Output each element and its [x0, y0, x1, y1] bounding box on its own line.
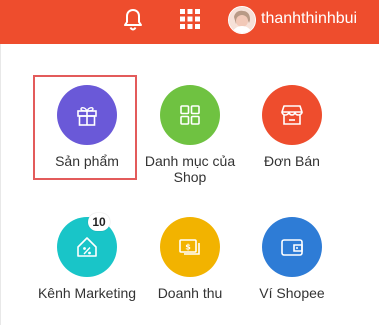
menu-item-label: Sản phẩm	[55, 153, 119, 169]
menu-item-doanh-thu[interactable]: $ Doanh thu	[138, 217, 242, 301]
menu-item-label: Kênh Marketing	[37, 285, 137, 301]
store-icon	[281, 105, 303, 125]
notification-badge: 10	[88, 213, 110, 231]
menu-item-don-ban[interactable]: Đơn Bán	[240, 85, 344, 169]
money-icon: $	[179, 239, 200, 255]
svg-text:$: $	[185, 243, 191, 252]
menu-item-icon-circle: $	[160, 217, 220, 277]
menu-item-label: Ví Shopee	[259, 285, 325, 301]
avatar-image	[229, 7, 255, 33]
menu-item-kenh-marketing[interactable]: Kênh Marketing	[35, 217, 139, 301]
bell-icon[interactable]	[122, 7, 144, 31]
menu-item-san-pham[interactable]: Sản phẩm	[35, 85, 139, 169]
wallet-icon	[281, 239, 303, 256]
gift-icon	[77, 107, 97, 126]
discount-tag-icon	[77, 237, 97, 257]
menu-item-vi-shopee[interactable]: Ví Shopee	[240, 217, 344, 301]
menu-item-icon-circle	[160, 85, 220, 145]
username[interactable]: thanhthinhbui	[261, 10, 357, 28]
menu-item-label: Danh mục của Shop	[144, 153, 236, 185]
menu-item-danh-muc-cua-shop[interactable]: Danh mục của Shop	[138, 85, 242, 185]
menu-item-icon-circle	[262, 85, 322, 145]
category-grid-icon	[180, 105, 200, 125]
menu-item-label: Đơn Bán	[264, 153, 320, 169]
menu-item-icon-circle	[262, 217, 322, 277]
menu-item-label: Doanh thu	[157, 285, 223, 301]
top-navigation-bar: thanhthinhbui	[0, 0, 379, 44]
menu-item-icon-circle	[57, 85, 117, 145]
apps-grid-icon[interactable]	[180, 9, 200, 29]
avatar[interactable]	[228, 6, 256, 34]
